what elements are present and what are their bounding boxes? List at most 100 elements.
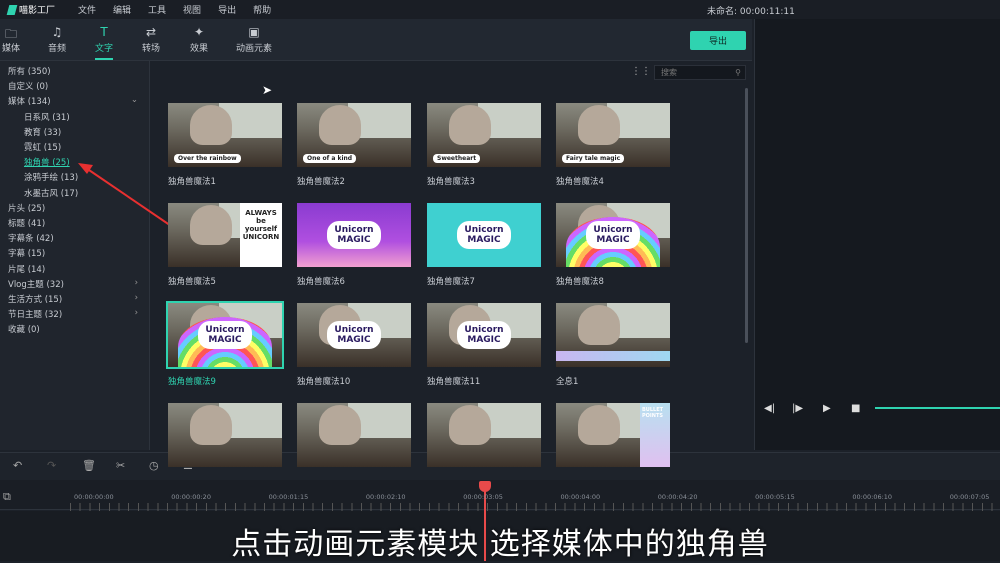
chevron-right-icon[interactable]: › bbox=[135, 278, 138, 288]
asset-thumbnail[interactable]: Unicorn MAGIC bbox=[166, 301, 284, 369]
chevron-right-icon[interactable]: › bbox=[135, 293, 138, 303]
category-item[interactable]: 霓虹 (15) bbox=[24, 141, 154, 153]
play-icon[interactable]: ▶ bbox=[823, 403, 831, 414]
stop-icon[interactable]: ■ bbox=[851, 403, 860, 414]
asset-thumbnail[interactable]: ALWAYS be yourself UNICORN bbox=[168, 203, 282, 267]
menu-tools[interactable]: 工具 bbox=[148, 3, 166, 16]
category-item[interactable]: 独角兽 (25) bbox=[24, 156, 154, 168]
menu-export[interactable]: 导出 bbox=[218, 3, 236, 16]
category-label: 涂鸦手绘 (13) bbox=[24, 173, 79, 184]
asset-label: 独角兽魔法2 bbox=[297, 177, 345, 187]
category-label: 生活方式 (15) bbox=[8, 295, 63, 305]
redo-icon[interactable]: ↷ bbox=[47, 459, 56, 472]
clock-icon[interactable]: ◷ bbox=[149, 459, 159, 472]
category-item[interactable]: 生活方式 (15) › bbox=[8, 293, 138, 305]
search-input[interactable]: 搜索 ⚲ bbox=[654, 65, 746, 80]
asset-thumbnail[interactable] bbox=[297, 403, 411, 467]
asset-thumbnail[interactable]: Sweetheart bbox=[427, 103, 541, 167]
asset-thumbnail[interactable]: Unicorn MAGIC bbox=[427, 203, 541, 267]
app-logo: 喵影工厂 bbox=[6, 3, 78, 16]
delete-icon[interactable]: 🗑 bbox=[82, 459, 96, 472]
tab-media[interactable]: 🗀 媒体 bbox=[2, 25, 20, 54]
asset-thumbnail[interactable]: Unicorn MAGIC bbox=[556, 203, 670, 267]
tab-transition[interactable]: ⇄ 转场 bbox=[142, 25, 160, 54]
ruler-time-label: 00:00:03:05 bbox=[463, 493, 503, 501]
asset-thumbnail[interactable]: Fairy tale magic bbox=[556, 103, 670, 167]
category-item[interactable]: 字幕条 (42) bbox=[8, 232, 138, 244]
undo-icon[interactable]: ↶ bbox=[13, 459, 22, 472]
category-label: 片头 (25) bbox=[8, 203, 46, 214]
image-icon: ▣ bbox=[248, 25, 260, 39]
chevron-down-icon[interactable]: ⌄ bbox=[131, 95, 138, 105]
asset-thumbnail[interactable] bbox=[427, 403, 541, 467]
thumbnail-overlay-text: ALWAYS be yourself UNICORN bbox=[242, 209, 280, 241]
asset-thumbnail[interactable]: Unicorn MAGIC bbox=[297, 303, 411, 367]
ruler-time-label: 00:00:05:15 bbox=[755, 493, 795, 501]
grid-scrollbar[interactable] bbox=[745, 88, 748, 343]
tab-elements[interactable]: ▣ 动画元素 bbox=[236, 25, 272, 54]
category-item[interactable]: 水墨古风 (17) bbox=[24, 187, 154, 199]
menu-view[interactable]: 视图 bbox=[183, 3, 201, 16]
category-item[interactable]: 字幕 (15) bbox=[8, 247, 138, 259]
category-label: 霓虹 (15) bbox=[24, 143, 62, 153]
thumbnail-overlay-text: Over the rainbow bbox=[174, 154, 241, 163]
ruler-time-label: 00:00:00:20 bbox=[171, 493, 211, 501]
cut-icon[interactable]: ✂ bbox=[116, 459, 125, 472]
transition-icon: ⇄ bbox=[145, 25, 157, 39]
asset-thumbnail[interactable]: Over the rainbow bbox=[168, 103, 282, 167]
category-item[interactable]: 收藏 (0) bbox=[8, 323, 138, 335]
category-item[interactable]: 片头 (25) bbox=[8, 202, 138, 214]
thumbnail-overlay-text: Fairy tale magic bbox=[562, 154, 625, 163]
chevron-right-icon[interactable]: › bbox=[135, 308, 138, 318]
category-item[interactable]: 片尾 (14) bbox=[8, 263, 138, 275]
category-label: 收藏 (0) bbox=[8, 325, 40, 336]
category-item[interactable]: 日系风 (31) bbox=[24, 111, 154, 123]
thumbnail-overlay-text: One of a kind bbox=[303, 154, 357, 163]
thumbnail-overlay-text: BULLET POINTS bbox=[642, 407, 664, 419]
export-button[interactable]: 导出 bbox=[690, 31, 746, 50]
category-item[interactable]: 教育 (33) bbox=[24, 126, 154, 138]
category-label: 媒体 (134) bbox=[8, 97, 51, 108]
category-item[interactable]: 自定义 (0) bbox=[8, 80, 138, 92]
mouse-cursor: ➤ bbox=[262, 83, 273, 97]
category-label: 所有 (350) bbox=[8, 67, 51, 77]
tab-text[interactable]: T 文字 bbox=[95, 25, 114, 60]
prev-frame-icon[interactable]: ◀| bbox=[764, 403, 775, 414]
category-label: 日系风 (31) bbox=[24, 112, 70, 123]
tab-audio[interactable]: ♫ 音频 bbox=[48, 25, 66, 54]
asset-thumbnail[interactable] bbox=[168, 403, 282, 467]
category-item[interactable]: 媒体 (134) ⌄ bbox=[8, 95, 138, 107]
tab-effects[interactable]: ✦ 效果 bbox=[190, 25, 208, 54]
asset-label: 独角兽魔法4 bbox=[556, 177, 604, 187]
category-item[interactable]: 节日主题 (32) › bbox=[8, 308, 138, 320]
search-icon: ⚲ bbox=[735, 68, 741, 77]
menu-file[interactable]: 文件 bbox=[78, 3, 96, 16]
timecode: 00:00:11:11 bbox=[739, 7, 795, 17]
category-label: 标题 (41) bbox=[8, 219, 46, 229]
category-item[interactable]: Vlog主题 (32) › bbox=[8, 278, 138, 290]
asset-thumbnail[interactable] bbox=[556, 303, 670, 367]
category-item[interactable]: 标题 (41) bbox=[8, 217, 138, 229]
asset-thumbnail[interactable]: One of a kind bbox=[297, 103, 411, 167]
asset-thumbnail[interactable]: Unicorn MAGIC bbox=[427, 303, 541, 367]
thumbnail-overlay-text: Unicorn MAGIC bbox=[586, 221, 640, 249]
asset-thumbnail[interactable]: BULLET POINTS bbox=[556, 403, 670, 467]
asset-label: 独角兽魔法6 bbox=[297, 277, 345, 287]
preview-panel bbox=[754, 19, 1000, 450]
add-track-icon[interactable]: ⧉ bbox=[3, 490, 11, 504]
asset-label: 独角兽魔法7 bbox=[427, 277, 475, 287]
next-frame-icon[interactable]: |▶ bbox=[792, 403, 803, 414]
library-tabs: 🗀 媒体 ♫ 音频 T 文字 ⇄ 转场 ✦ 效果 ▣ 动画元素 bbox=[0, 19, 752, 61]
asset-label: 独角兽魔法8 bbox=[556, 277, 604, 287]
category-item[interactable]: 所有 (350) bbox=[8, 65, 138, 77]
ruler-time-label: 00:00:04:20 bbox=[657, 493, 698, 501]
thumbnail-overlay-text: Unicorn MAGIC bbox=[457, 321, 511, 349]
asset-label: 独角兽魔法1 bbox=[168, 177, 216, 187]
asset-label: 独角兽魔法9 bbox=[168, 377, 216, 387]
asset-thumbnail[interactable]: Unicorn MAGIC bbox=[297, 203, 411, 267]
category-item[interactable]: 涂鸦手绘 (13) bbox=[24, 171, 154, 183]
menu-help[interactable]: 帮助 bbox=[253, 3, 271, 16]
thumbnail-overlay-text: Unicorn MAGIC bbox=[198, 321, 252, 349]
playback-progress[interactable] bbox=[875, 407, 1000, 409]
menu-edit[interactable]: 编辑 bbox=[113, 3, 131, 16]
